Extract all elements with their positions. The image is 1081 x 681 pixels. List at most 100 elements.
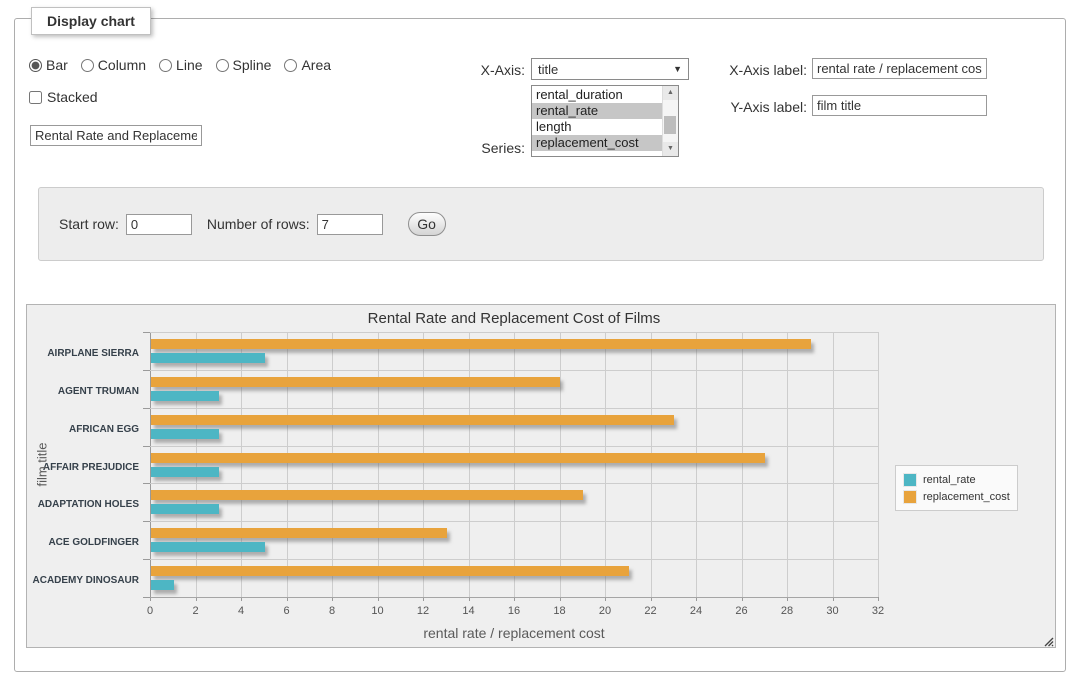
x-tick-label: 18 xyxy=(545,605,575,617)
x-tick-label: 6 xyxy=(272,605,302,617)
chart-type-option-area[interactable]: Area xyxy=(284,57,331,73)
y-tick xyxy=(143,446,150,447)
series-listbox[interactable]: rental_durationrental_ratelengthreplacem… xyxy=(531,85,679,157)
x-axis-select[interactable]: title ▼ xyxy=(531,58,689,80)
bar-replacement_cost xyxy=(151,377,560,387)
bar-replacement_cost xyxy=(151,415,674,425)
series-option-rental_rate[interactable]: rental_rate xyxy=(532,103,662,119)
chart-type-radio-line[interactable] xyxy=(159,59,172,72)
x-tick-label: 12 xyxy=(408,605,438,617)
y-gridline xyxy=(150,521,878,522)
chart-type-option-bar[interactable]: Bar xyxy=(29,57,68,73)
bar-replacement_cost xyxy=(151,490,583,500)
y-tick xyxy=(143,370,150,371)
display-chart-fieldset: Display chart BarColumnLineSplineArea St… xyxy=(14,18,1066,672)
legend-item-replacement_cost: replacement_cost xyxy=(903,488,1010,505)
bar-replacement_cost xyxy=(151,528,447,538)
series-option-length[interactable]: length xyxy=(532,119,662,135)
x-tick-label: 4 xyxy=(226,605,256,617)
x-tick-label: 8 xyxy=(317,605,347,617)
legend-swatch xyxy=(903,473,917,487)
legend-item-rental_rate: rental_rate xyxy=(903,471,1010,488)
legend-label: rental_rate xyxy=(923,474,976,486)
x-axis-select-label: X-Axis: xyxy=(425,62,525,78)
scroll-up-icon[interactable]: ▲ xyxy=(663,86,678,100)
chart-type-option-column[interactable]: Column xyxy=(81,57,146,73)
chart-type-label: Spline xyxy=(233,57,272,73)
series-option-replacement_cost[interactable]: replacement_cost xyxy=(532,135,662,151)
x-gridline xyxy=(787,332,788,597)
chart-type-option-line[interactable]: Line xyxy=(159,57,202,73)
series-scrollbar[interactable]: ▲ ▼ xyxy=(662,86,678,156)
x-tick-label: 32 xyxy=(863,605,893,617)
x-gridline xyxy=(605,332,606,597)
rows-panel: Start row: Number of rows: Go xyxy=(38,187,1044,261)
series-options: rental_durationrental_ratelengthreplacem… xyxy=(532,86,662,156)
chart-type-label: Column xyxy=(98,57,146,73)
x-tick-label: 16 xyxy=(499,605,529,617)
series-label: Series: xyxy=(425,140,525,156)
chart-title-input[interactable] xyxy=(30,125,202,146)
bar-rental_rate xyxy=(151,467,219,477)
chevron-down-icon: ▼ xyxy=(673,64,682,74)
y-tick xyxy=(143,521,150,522)
x-gridline xyxy=(332,332,333,597)
chart-type-radio-spline[interactable] xyxy=(216,59,229,72)
x-gridline xyxy=(833,332,834,597)
y-gridline xyxy=(150,370,878,371)
scrollbar-thumb[interactable] xyxy=(664,116,676,134)
y-tick xyxy=(143,483,150,484)
y-tick xyxy=(143,332,150,333)
stacked-checkbox[interactable] xyxy=(29,91,42,104)
y-gridline xyxy=(150,332,878,333)
bar-rental_rate xyxy=(151,391,219,401)
x-tick-label: 10 xyxy=(363,605,393,617)
chart-title: Rental Rate and Replacement Cost of Film… xyxy=(150,310,878,327)
x-axis-label-label: X-Axis label: xyxy=(707,62,807,78)
bar-replacement_cost xyxy=(151,453,765,463)
x-gridline xyxy=(241,332,242,597)
bar-rental_rate xyxy=(151,353,265,363)
stacked-option[interactable]: Stacked xyxy=(29,89,98,105)
x-axis-selected-value: title xyxy=(538,62,558,77)
chart-type-option-spline[interactable]: Spline xyxy=(216,57,272,73)
chart-type-label: Bar xyxy=(46,57,68,73)
y-axis-label-input[interactable] xyxy=(812,95,987,116)
bar-replacement_cost xyxy=(151,339,811,349)
chart-type-radio-bar[interactable] xyxy=(29,59,42,72)
category-label: ACADEMY DINOSAUR xyxy=(27,576,139,586)
start-row-input[interactable] xyxy=(126,214,192,235)
x-tick-label: 2 xyxy=(181,605,211,617)
x-gridline xyxy=(196,332,197,597)
y-tick xyxy=(143,408,150,409)
resize-handle-icon[interactable] xyxy=(1042,634,1054,646)
num-rows-input[interactable] xyxy=(317,214,383,235)
scroll-down-icon[interactable]: ▼ xyxy=(663,142,678,156)
x-axis-label-input[interactable] xyxy=(812,58,987,79)
y-gridline xyxy=(150,446,878,447)
y-axis-label-label: Y-Axis label: xyxy=(707,99,807,115)
x-tick-label: 30 xyxy=(818,605,848,617)
series-option-rental_duration[interactable]: rental_duration xyxy=(532,87,662,103)
x-tick-label: 14 xyxy=(454,605,484,617)
chart-type-radio-area[interactable] xyxy=(284,59,297,72)
y-gridline xyxy=(150,483,878,484)
x-tick-label: 28 xyxy=(772,605,802,617)
bar-rental_rate xyxy=(151,580,174,590)
legend-label: replacement_cost xyxy=(923,491,1010,503)
y-tick xyxy=(143,559,150,560)
x-tick-label: 0 xyxy=(135,605,165,617)
chart-type-label: Area xyxy=(301,57,331,73)
chart-legend: rental_rate replacement_cost xyxy=(895,465,1018,511)
x-gridline xyxy=(514,332,515,597)
chart-type-radio-column[interactable] xyxy=(81,59,94,72)
x-gridline xyxy=(378,332,379,597)
go-button[interactable]: Go xyxy=(408,212,446,236)
x-tick-label: 22 xyxy=(636,605,666,617)
x-tick xyxy=(878,597,879,601)
x-gridline xyxy=(469,332,470,597)
category-label: AGENT TRUMAN xyxy=(27,387,139,397)
legend-swatch xyxy=(903,490,917,504)
x-tick-label: 20 xyxy=(590,605,620,617)
scrollbar-track[interactable] xyxy=(663,100,678,142)
